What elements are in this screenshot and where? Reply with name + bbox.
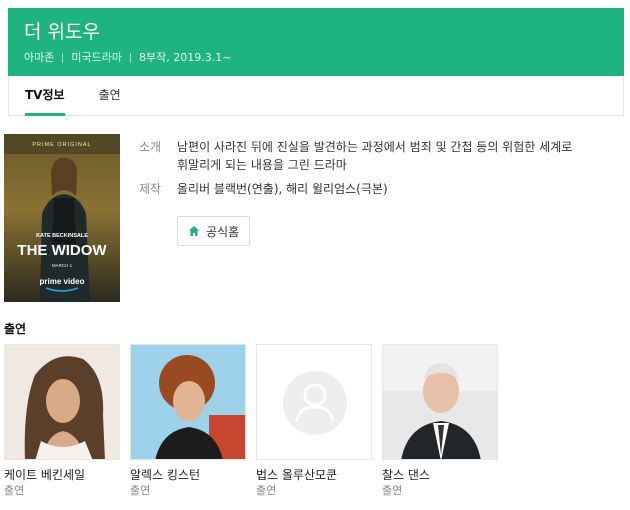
meta-divider xyxy=(129,53,131,63)
production-text: 올리버 블랙번(연출), 해리 윌리엄스(극본) xyxy=(177,182,388,196)
poster-title-text: THE WIDOW xyxy=(17,242,107,259)
cast-photo xyxy=(256,344,372,460)
platform-label: 아마존 xyxy=(24,51,55,64)
cast-list: 케이트 베킨세일 출연 알렉스 킹스턴 출연 법스 올루산모쿤 출연 찰스 댄스… xyxy=(4,344,508,499)
cast-section-title: 출연 xyxy=(4,322,27,336)
show-info: 소개 남편이 사라진 뒤에 진실을 발견하는 과정에서 범죄 및 간첩 등의 위… xyxy=(139,138,609,204)
tab-tv-info[interactable]: TV정보 xyxy=(25,76,65,116)
cast-role: 출연 xyxy=(382,484,403,497)
poster-date-text: MARCH 1 xyxy=(52,263,73,268)
cast-photo xyxy=(382,344,498,460)
summary-row: 소개 남편이 사라진 뒤에 진실을 발견하는 과정에서 범죄 및 간첩 등의 위… xyxy=(139,138,609,174)
show-header: 더 위도우 아마존 미국드라마 8부작, 2019.3.1~ xyxy=(8,8,624,76)
meta-divider xyxy=(62,53,64,63)
cast-name: 알렉스 킹스턴 xyxy=(130,468,201,482)
poster-actor-text: KATE BECKINSALE xyxy=(36,233,88,239)
cast-card[interactable]: 알렉스 킹스턴 출연 xyxy=(130,344,246,499)
cast-card[interactable]: 법스 올루산모쿤 출연 xyxy=(256,344,372,499)
summary-label: 소개 xyxy=(139,140,162,154)
home-icon xyxy=(189,226,199,236)
cast-photo xyxy=(130,344,246,460)
default-profile-icon xyxy=(257,345,371,459)
production-label: 제작 xyxy=(139,182,162,196)
summary-text: 남편이 사라진 뒤에 진실을 발견하는 과정에서 범죄 및 간첩 등의 위험한 … xyxy=(177,140,573,172)
show-poster[interactable]: PRIME ORIGINAL KATE BECKINSALE THE WIDOW… xyxy=(4,134,120,302)
cast-name: 케이트 베킨세일 xyxy=(4,468,86,482)
cast-role: 출연 xyxy=(130,484,151,497)
genre-label: 미국드라마 xyxy=(71,51,122,64)
poster-image: PRIME ORIGINAL KATE BECKINSALE THE WIDOW… xyxy=(4,134,120,302)
cast-name: 찰스 댄스 xyxy=(382,468,430,482)
cast-name: 법스 올루산모쿤 xyxy=(256,468,338,482)
tab-bar: TV정보 출연 xyxy=(8,76,624,116)
cast-card[interactable]: 찰스 댄스 출연 xyxy=(382,344,498,499)
cast-role: 출연 xyxy=(256,484,277,497)
official-homepage-button[interactable]: 공식홈 xyxy=(177,216,251,246)
show-title: 더 위도우 xyxy=(24,21,100,43)
official-homepage-label: 공식홈 xyxy=(206,224,240,239)
production-row: 제작 올리버 블랙번(연출), 해리 윌리엄스(극본) xyxy=(139,180,609,198)
poster-brand-text: prime video xyxy=(40,277,85,286)
episodes-label: 8부작, 2019.3.1~ xyxy=(138,51,232,64)
tab-cast[interactable]: 출연 xyxy=(99,76,121,115)
cast-photo xyxy=(4,344,120,460)
cast-card[interactable]: 케이트 베킨세일 출연 xyxy=(4,344,120,499)
cast-role: 출연 xyxy=(4,484,25,497)
poster-top-text: PRIME ORIGINAL xyxy=(32,142,91,148)
show-meta: 아마존 미국드라마 8부작, 2019.3.1~ xyxy=(24,50,608,66)
